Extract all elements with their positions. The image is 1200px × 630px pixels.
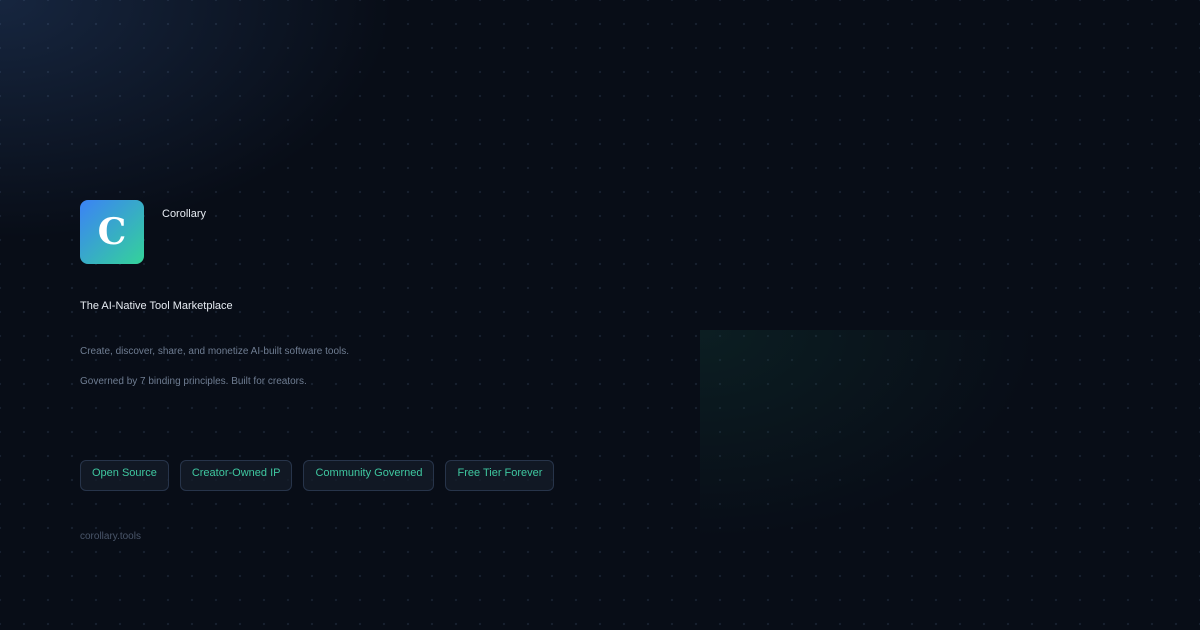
social-card: C Corollary The AI-Native Tool Marketpla… <box>0 0 1200 630</box>
badge-community-governed: Community Governed <box>303 460 435 491</box>
description-line-1: Create, discover, share, and monetize AI… <box>80 346 350 357</box>
brand-name: Corollary <box>162 208 207 220</box>
badge-free-tier-forever: Free Tier Forever <box>445 460 555 491</box>
corollary-logo-icon: C <box>80 200 144 264</box>
domain-url: corollary.tools <box>80 531 141 542</box>
tagline: The AI-Native Tool Marketplace <box>80 300 233 312</box>
feature-badges: Open Source Creator-Owned IP Community G… <box>80 460 555 491</box>
badge-open-source: Open Source <box>80 460 169 491</box>
description-line-2: Governed by 7 binding principles. Built … <box>80 376 307 387</box>
glow-panel <box>700 330 1200 600</box>
badge-creator-owned-ip: Creator-Owned IP <box>179 460 293 491</box>
logo-letter: C <box>97 211 127 253</box>
